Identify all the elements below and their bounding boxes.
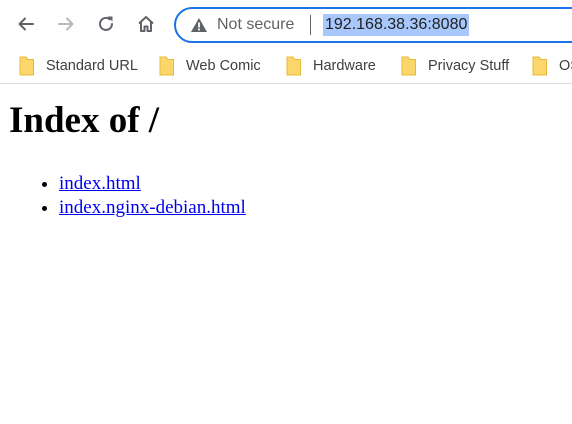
address-bar[interactable]: Not secure 192.168.38.36:8080 — [174, 7, 572, 43]
forward-button[interactable] — [51, 9, 81, 39]
list-item: index.nginx-debian.html — [59, 196, 246, 220]
warning-triangle-icon[interactable] — [190, 17, 208, 33]
bookmark-hardware[interactable]: Hardware — [285, 55, 376, 77]
reload-button[interactable] — [91, 9, 121, 39]
back-button[interactable] — [11, 9, 41, 39]
page-title: Index of / — [9, 100, 160, 141]
home-icon — [138, 16, 154, 32]
bookmark-web-comic[interactable]: Web Comic — [158, 55, 261, 77]
bookmark-label: Web Comic — [186, 58, 261, 74]
folder-icon — [286, 56, 301, 76]
folder-icon — [19, 56, 34, 76]
folder-icon — [401, 56, 416, 76]
list-item: index.html — [59, 172, 246, 196]
back-arrow-icon — [18, 17, 34, 31]
bookmarks-bar: Standard URL Web Comic Hardware Privacy … — [0, 48, 572, 84]
url-text[interactable]: 192.168.38.36:8080 — [323, 14, 470, 36]
bookmark-privacy-stuff[interactable]: Privacy Stuff — [400, 55, 509, 77]
bookmark-label: Standard URL — [46, 58, 138, 74]
bookmark-os[interactable]: OS — [531, 55, 572, 77]
file-link-index-nginx-debian-html[interactable]: index.nginx-debian.html — [59, 197, 246, 218]
file-list: index.html index.nginx-debian.html — [59, 172, 246, 220]
bookmark-standard-url[interactable]: Standard URL — [18, 55, 138, 77]
browser-toolbar: Not secure 192.168.38.36:8080 — [0, 0, 572, 48]
bookmark-label: OS — [559, 58, 572, 74]
bookmark-label: Privacy Stuff — [428, 58, 510, 74]
bookmark-label: Hardware — [313, 58, 376, 74]
omnibox-separator — [310, 15, 311, 35]
reload-icon — [99, 16, 113, 31]
folder-icon — [532, 56, 547, 76]
folder-icon — [159, 56, 174, 76]
file-link-index-html[interactable]: index.html — [59, 173, 141, 194]
forward-arrow-icon — [58, 17, 74, 31]
home-button[interactable] — [131, 9, 161, 39]
security-status-label[interactable]: Not secure — [217, 16, 294, 34]
